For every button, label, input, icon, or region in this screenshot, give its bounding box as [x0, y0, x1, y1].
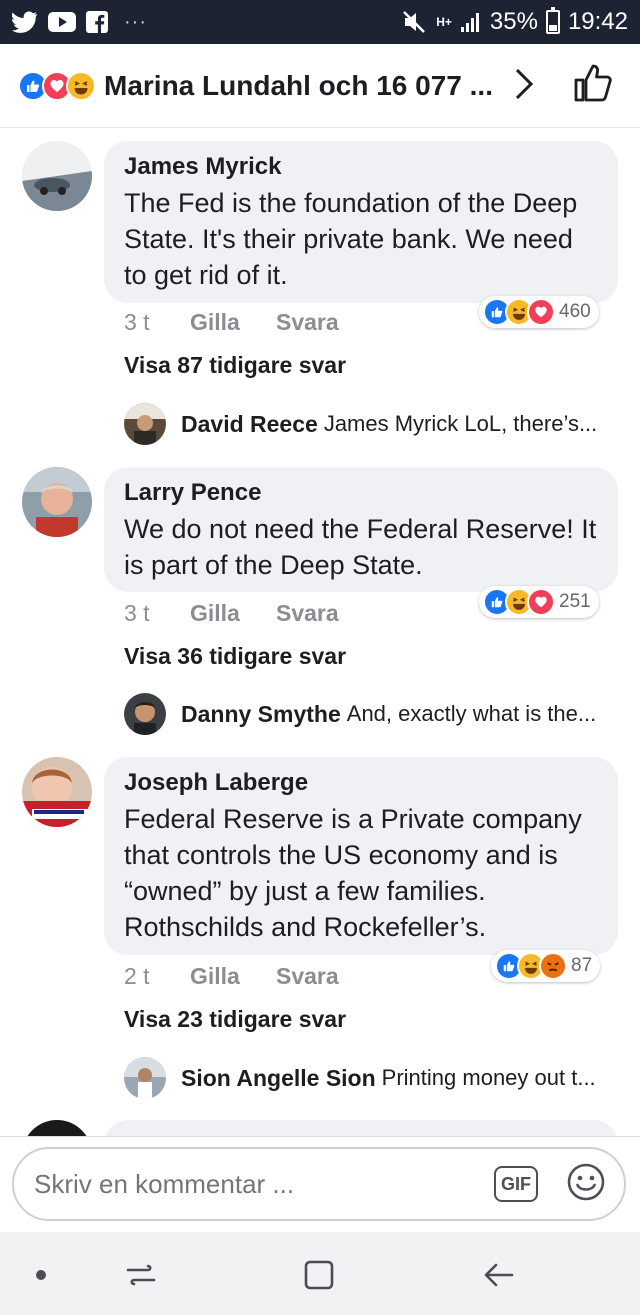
comment-bubble[interactable]: James Myrick The Fed is the foundation o… [104, 141, 618, 303]
reaction-count-number: 460 [559, 301, 591, 322]
reaction-summary[interactable] [18, 70, 96, 101]
gif-button[interactable]: GIF [494, 1166, 538, 1202]
reply-author[interactable]: David Reece [181, 411, 318, 438]
haha-reaction-icon [66, 70, 96, 101]
network-type-label: H+ [436, 15, 452, 29]
status-bar: ··· H+ 35% 19:42 [0, 0, 640, 44]
reactions-header[interactable]: Marina Lundahl och 16 077 ... [0, 44, 640, 128]
like-button[interactable]: Gilla [190, 600, 276, 627]
mute-icon [402, 10, 428, 34]
comment-compose-bar: GIF [0, 1136, 640, 1232]
reaction-count[interactable]: 460 [479, 296, 599, 328]
recent-apps-icon[interactable] [124, 1258, 158, 1297]
view-previous-replies[interactable]: Visa 87 tidigare svar [124, 352, 346, 379]
comment-actions: 2 t Gilla Svara [124, 963, 339, 990]
comment-bubble[interactable]: Joseph Laberge Federal Reserve is a Priv… [104, 757, 618, 955]
comment-text: We do not need the Federal Reserve! It i… [124, 514, 597, 580]
angry-reaction-icon [539, 952, 567, 980]
view-previous-replies[interactable]: Visa 36 tidigare svar [124, 643, 346, 670]
reaction-count[interactable]: 87 [491, 950, 601, 982]
comment-time: 2 t [124, 963, 150, 989]
reactions-title: Marina Lundahl och 16 077 ... [104, 69, 493, 101]
reply-preview[interactable]: David Reece James Myrick LoL, there’s... [124, 403, 597, 445]
reply-text: And, exactly what is the... [346, 701, 597, 726]
comment-actions: 3 t Gilla Svara [124, 309, 339, 336]
like-button[interactable]: Gilla [190, 309, 276, 336]
android-nav-bar [0, 1232, 640, 1315]
youtube-icon [48, 12, 76, 32]
twitter-icon [12, 11, 38, 33]
comment-actions: 3 t Gilla Svara [124, 600, 339, 627]
reply-avatar[interactable] [124, 403, 166, 445]
avatar[interactable] [22, 141, 92, 211]
battery-icon [545, 7, 560, 34]
love-reaction-icon [527, 588, 555, 616]
reply-preview[interactable]: Sion Angelle Sion Printing money out t..… [124, 1057, 596, 1099]
reply-button[interactable]: Svara [276, 600, 339, 627]
comment-compose[interactable]: GIF [12, 1147, 626, 1221]
facebook-icon [86, 11, 108, 33]
like-button[interactable]: Gilla [190, 963, 276, 990]
emoji-icon[interactable] [566, 1162, 606, 1207]
reaction-count-number: 251 [559, 591, 591, 612]
comment-time: 3 t [124, 600, 150, 626]
reply-text: Printing money out t... [381, 1065, 596, 1090]
battery-percent: 35% [489, 8, 538, 35]
avatar[interactable] [22, 757, 92, 827]
home-icon[interactable] [302, 1258, 336, 1297]
reply-author[interactable]: Sion Angelle Sion [181, 1065, 376, 1092]
comment-author[interactable]: James Myrick [124, 153, 598, 181]
reply-button[interactable]: Svara [276, 309, 339, 336]
reaction-count[interactable]: 251 [479, 586, 599, 618]
back-icon[interactable] [482, 1258, 516, 1297]
avatar[interactable] [22, 467, 92, 537]
comment-text: The Fed is the foundation of the Deep St… [124, 188, 578, 290]
signal-icon [460, 11, 482, 33]
comment-bubble[interactable]: Larry Pence We do not need the Federal R… [104, 467, 618, 592]
comment-author[interactable]: Joseph Laberge [124, 769, 598, 797]
thumbs-up-icon[interactable] [572, 62, 614, 109]
dot-indicator-icon[interactable] [34, 1268, 48, 1287]
reply-author[interactable]: Danny Smythe [181, 701, 341, 728]
comment-input[interactable] [34, 1168, 494, 1200]
love-reaction-icon [527, 298, 555, 326]
comment-text: Federal Reserve is a Private company tha… [124, 804, 582, 942]
reaction-count-number: 87 [571, 955, 593, 976]
view-previous-replies[interactable]: Visa 23 tidigare svar [124, 1006, 346, 1033]
clock: 19:42 [567, 8, 628, 35]
more-notifications-icon: ··· [124, 10, 147, 33]
reply-button[interactable]: Svara [276, 963, 339, 990]
comment-time: 3 t [124, 309, 150, 335]
reply-preview[interactable]: Danny Smythe And, exactly what is the... [124, 693, 596, 735]
reply-avatar[interactable] [124, 1057, 166, 1099]
chevron-right-icon[interactable] [512, 66, 536, 107]
comment-author[interactable]: Larry Pence [124, 479, 598, 507]
reply-text: James Myrick LoL, there’s... [323, 411, 598, 436]
reply-avatar[interactable] [124, 693, 166, 735]
